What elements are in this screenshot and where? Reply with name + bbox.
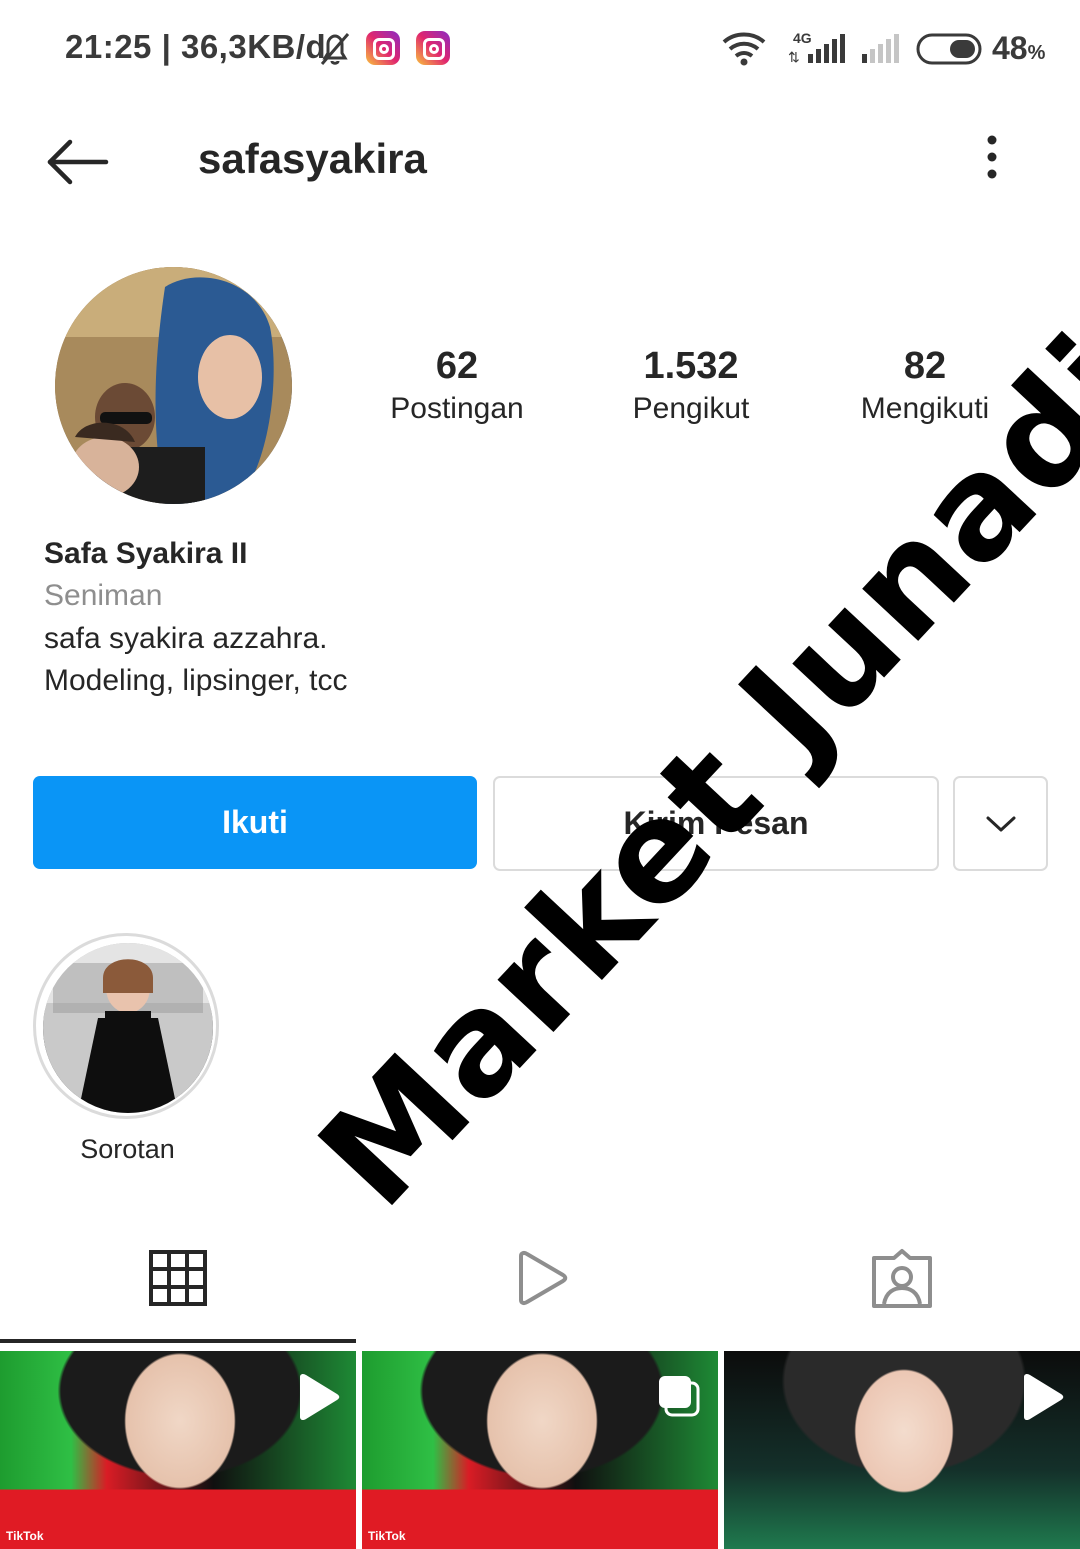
tiktok-watermark: TikTok (368, 1529, 406, 1543)
more-options-icon[interactable] (982, 134, 1002, 182)
post-thumbnail[interactable]: TikTok (362, 1351, 718, 1549)
chevron-down-icon (986, 816, 1015, 831)
signal-strength-icon-2 (862, 34, 899, 63)
profile-username: safasyakira (198, 135, 427, 182)
tiktok-watermark: TikTok (6, 1529, 44, 1543)
post-thumbnail[interactable] (724, 1351, 1080, 1549)
stat-posts-count: 62 (435, 345, 479, 387)
grid-icon[interactable] (149, 1250, 207, 1306)
signal-strength-icon: ⇅ (788, 34, 845, 64)
play-icon (300, 1373, 340, 1421)
bio-line: Modeling, lipsinger, tcc (44, 664, 348, 697)
stat-followers-count: 1.532 (643, 345, 739, 387)
profile-full-name: Safa Syakira II (44, 537, 248, 570)
highlight-photo (43, 943, 213, 1113)
muted-bell-icon (320, 33, 350, 65)
status-time: 21:25 | 36,3KB/d (65, 28, 327, 65)
bio-line: safa syakira azzahra. (44, 622, 328, 655)
avatar-photo (55, 267, 292, 504)
multiple-icon (659, 1376, 700, 1417)
svg-text:⇅: ⇅ (788, 49, 800, 64)
stat-followers-label: Pengikut (632, 392, 750, 425)
active-tab-indicator (0, 1339, 356, 1343)
stat-posts[interactable]: 62 Postingan (347, 345, 567, 426)
stat-followers[interactable]: 1.532 Pengikut (581, 345, 801, 426)
instagram-notification-icon (366, 31, 400, 65)
profile-avatar[interactable] (55, 267, 292, 504)
highlight-label: Sorotan (80, 1134, 175, 1164)
battery-percentage: 48% (992, 30, 1046, 66)
tagged-person-icon[interactable] (870, 1248, 934, 1310)
wifi-icon (722, 32, 766, 66)
instagram-notification-icon (416, 31, 450, 65)
watermark-overlay-text: Market Junadi (288, 305, 1080, 1238)
post-thumbnail[interactable]: TikTok (0, 1351, 356, 1549)
back-arrow-icon[interactable] (44, 138, 110, 186)
highlight-cover[interactable] (43, 943, 213, 1113)
play-icon (1024, 1373, 1064, 1421)
follow-button[interactable]: Ikuti (33, 776, 477, 869)
reels-play-icon[interactable] (513, 1250, 569, 1306)
battery-icon (916, 33, 982, 65)
profile-category: Seniman (44, 579, 163, 612)
suggested-accounts-button[interactable] (953, 776, 1048, 871)
stat-posts-label: Postingan (390, 392, 524, 425)
